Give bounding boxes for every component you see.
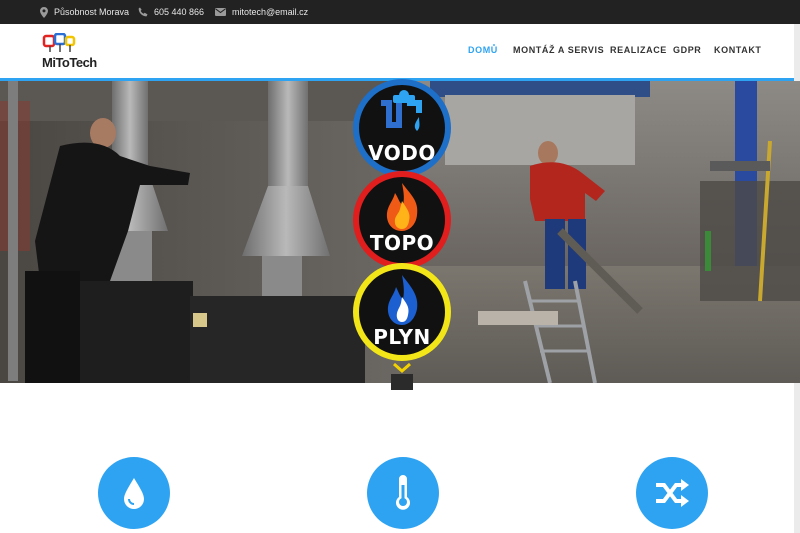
location-item: Působnost Morava: [40, 0, 129, 24]
badge-vodo[interactable]: VODO: [353, 79, 451, 177]
water-drop-icon: [124, 478, 144, 509]
badge-topo-label: TOPO: [369, 231, 435, 255]
feature-heating[interactable]: [367, 457, 439, 529]
email-text: mitotech@email.cz: [232, 7, 309, 17]
envelope-icon: [215, 8, 226, 16]
nav-item-gdpr[interactable]: GDPR: [673, 45, 701, 55]
location-text: Působnost Morava: [54, 7, 130, 17]
phone-item[interactable]: 605 440 866: [138, 0, 204, 24]
feature-gas[interactable]: [636, 457, 708, 529]
badge-topo[interactable]: TOPO: [353, 171, 451, 269]
badge-plyn[interactable]: PLYN: [353, 263, 451, 361]
nav-item-realizace[interactable]: REALIZACE: [610, 45, 667, 55]
chevron-down-icon[interactable]: [391, 362, 413, 390]
nav-item-montaz-a-servis[interactable]: MONTÁŽ A SERVIS: [513, 45, 604, 55]
nav-item-kontakt[interactable]: KONTAKT: [714, 45, 762, 55]
shuffle-icon: [656, 479, 689, 507]
thermometer-icon: [396, 475, 410, 510]
phone-text: 605 440 866: [154, 7, 205, 17]
phone-icon: [138, 7, 148, 17]
nav-item-domu[interactable]: DOMŮ: [468, 45, 498, 55]
main-nav: DOMŮ MONTÁŽ A SERVIS REALIZACE GDPR KONT…: [0, 24, 800, 78]
badge-vodo-label: VODO: [368, 141, 436, 165]
badge-plyn-label: PLYN: [373, 325, 431, 349]
email-item[interactable]: mitotech@email.cz: [215, 0, 308, 24]
feature-water[interactable]: [98, 457, 170, 529]
top-bar: Působnost Morava 605 440 866 mitotech@em…: [0, 0, 800, 24]
map-pin-icon: [40, 6, 48, 18]
